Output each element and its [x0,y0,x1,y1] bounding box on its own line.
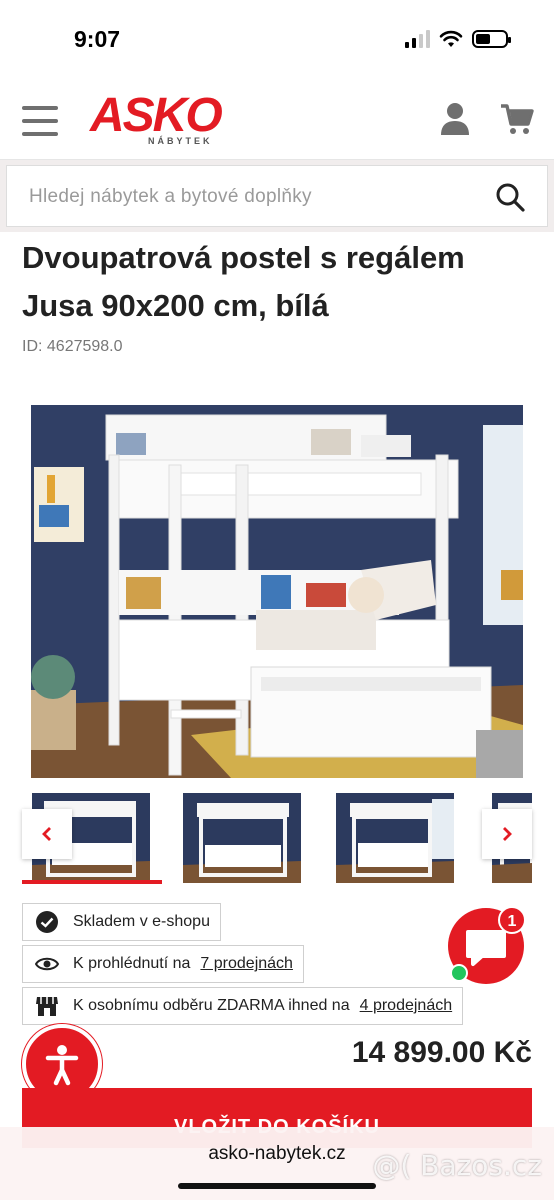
gallery-next-button[interactable] [482,809,532,859]
chevron-right-icon [503,827,512,841]
store-icon [36,997,58,1016]
status-time: 9:07 [74,26,121,52]
product-price: 14 899.00 Kč [351,1036,532,1069]
browser-address-bar: asko-nabytek.cz @( Bazos.cz [0,1127,554,1200]
availability-text: K osobnímu odběru ZDARMA ihned na [73,997,350,1014]
search-input[interactable]: Hledej nábytek a bytové doplňky [6,165,548,227]
availability-eshop: Skladem v e-shopu [22,903,221,941]
product-id: ID: 4627598.0 [22,338,123,355]
availability-text: Skladem v e-shopu [73,913,210,930]
product-main-image[interactable] [31,405,523,778]
availability-showroom: K prohlédnutí na 7 prodejnách [22,945,304,983]
wifi-icon [439,30,463,47]
watermark: @( Bazos.cz [372,1149,542,1182]
site-header: ASKO NÁBYTEK [0,80,554,160]
gallery-thumbnail[interactable] [336,793,454,883]
hamburger-icon[interactable] [22,106,58,136]
status-bar: 9:07 [0,0,554,80]
search-placeholder: Hledej nábytek a bytové doplňky [29,186,312,207]
asko-logo[interactable]: ASKO NÁBYTEK [90,92,250,148]
search-icon[interactable] [495,182,525,212]
chevron-left-icon [42,827,51,841]
eye-icon [35,957,59,971]
availability-pickup: K osobnímu odběru ZDARMA ihned na 4 prod… [22,987,464,1025]
search-bar: Hledej nábytek a bytové doplňky [0,160,554,232]
gallery-thumbnail[interactable] [183,793,301,883]
product-title: Dvoupatrová postel s regálem Jusa 90x200… [22,240,465,323]
status-icons [405,30,511,48]
active-thumbnail-indicator [22,880,162,884]
battery-icon [472,30,511,48]
signal-icon [405,30,430,48]
chat-button[interactable]: 1 [446,906,526,986]
user-icon[interactable] [440,102,470,136]
check-circle-icon [36,911,58,933]
pickup-stores-link[interactable]: 4 prodejnách [360,997,453,1015]
chat-badge-count: 1 [508,913,517,930]
availability-text: K prohlédnutí na [73,955,191,972]
gallery-thumbnails [22,793,532,885]
home-indicator [178,1183,376,1189]
showroom-stores-link[interactable]: 7 prodejnách [200,955,293,973]
cart-icon[interactable] [500,102,534,136]
logo-subtext: NÁBYTEK [148,136,213,146]
logo-text: ASKO [90,89,223,142]
gallery-prev-button[interactable] [22,809,72,859]
